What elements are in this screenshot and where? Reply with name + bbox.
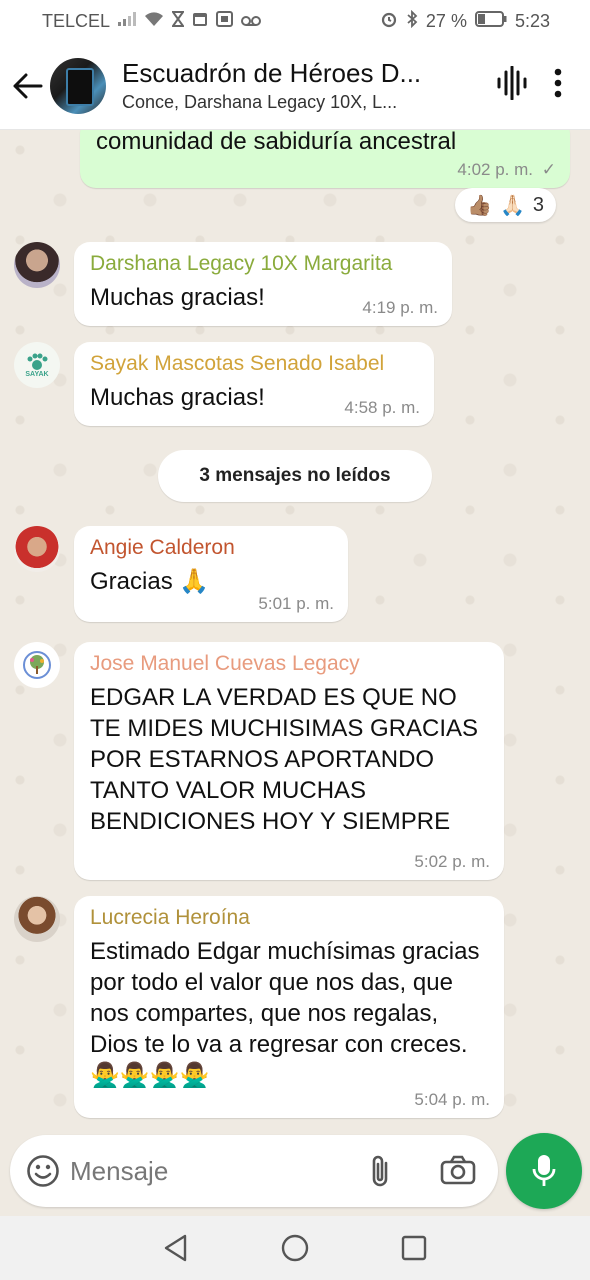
nav-recents-icon[interactable] <box>401 1235 427 1261</box>
camera-icon[interactable] <box>440 1155 476 1185</box>
calendar-31-icon <box>216 10 234 32</box>
message-input[interactable] <box>70 1155 330 1187</box>
attach-icon[interactable] <box>368 1153 392 1189</box>
battery-icon <box>474 10 507 32</box>
incoming-message[interactable]: Sayak Mascotas Senado Isabel Muchas grac… <box>74 342 434 426</box>
battery-percent: 27 % <box>425 10 467 31</box>
system-nav-bar <box>0 1216 590 1280</box>
avatar[interactable]: SAYAK <box>14 342 60 388</box>
sayak-logo-text: SAYAK <box>25 370 49 378</box>
message-text: Estimado Edgar muchísimas gracias por to… <box>90 938 480 1089</box>
nav-home-icon[interactable] <box>281 1234 309 1262</box>
sender-name[interactable]: Sayak Mascotas Senado Isabel <box>90 352 418 376</box>
reactions-pill[interactable]: 👍🏽 🙏🏻 3 <box>455 188 556 222</box>
sender-name[interactable]: Darshana Legacy 10X Margarita <box>90 252 436 276</box>
unread-divider: 3 mensajes no leídos <box>158 450 432 502</box>
avatar[interactable] <box>14 642 60 688</box>
praying-hands-reaction-icon: 🙏🏻 <box>499 194 525 217</box>
more-options-icon[interactable] <box>554 68 562 103</box>
incoming-message[interactable]: Angie Calderon Gracias 🙏 5:01 p. m. <box>74 526 348 622</box>
incoming-message[interactable]: Lucrecia Heroína Estimado Edgar muchísim… <box>74 896 504 1118</box>
sender-name[interactable]: Lucrecia Heroína <box>90 906 488 930</box>
message-text: comunidad de sabiduría ancestral <box>96 130 457 155</box>
hourglass-icon <box>171 10 185 32</box>
message-time: 5:01 p. m. <box>258 594 334 613</box>
incoming-message[interactable]: Jose Manuel Cuevas Legacy EDGAR LA VERDA… <box>74 642 504 880</box>
sender-name[interactable]: Angie Calderon <box>90 536 332 560</box>
group-members: Conce, Darshana Legacy 10X, L... <box>122 92 398 112</box>
message-composer <box>10 1135 498 1207</box>
avatar[interactable] <box>14 896 60 942</box>
emoji-icon[interactable] <box>26 1154 60 1188</box>
avatar[interactable] <box>14 242 60 288</box>
message-time: 5:02 p. m. <box>414 852 490 871</box>
alarm-icon <box>380 10 398 33</box>
avatar[interactable] <box>14 526 60 572</box>
group-info[interactable]: Escuadrón de Héroes D... Conce, Darshana… <box>122 58 496 113</box>
signal-icon <box>118 12 137 30</box>
group-avatar[interactable] <box>50 57 106 114</box>
message-time: 5:04 p. m. <box>414 1090 490 1109</box>
back-arrow-icon[interactable] <box>2 73 54 99</box>
sender-name[interactable]: Jose Manuel Cuevas Legacy <box>90 652 488 676</box>
chat-header: Escuadrón de Héroes D... Conce, Darshana… <box>0 42 590 130</box>
paw-icon <box>27 353 48 370</box>
thumbs-up-reaction-icon: 👍🏽 <box>467 194 492 217</box>
status-bar: TELCEL 27 % 5:23 <box>0 0 590 42</box>
outgoing-message[interactable]: comunidad de sabiduría ancestral 4:02 p.… <box>80 130 570 188</box>
mic-icon <box>531 1153 557 1189</box>
chat-area[interactable]: comunidad de sabiduría ancestral 4:02 p.… <box>0 130 590 1135</box>
message-time: 4:02 p. m. ✓ <box>457 160 556 180</box>
mic-button[interactable] <box>506 1133 582 1209</box>
time-label: 4:02 p. m. <box>457 160 534 179</box>
reaction-count: 3 <box>532 193 544 216</box>
clock: 5:23 <box>514 10 550 31</box>
bluetooth-icon <box>406 9 418 33</box>
calendar-icon <box>192 11 208 32</box>
carrier-label: TELCEL <box>42 10 111 31</box>
incoming-message[interactable]: Darshana Legacy 10X Margarita Muchas gra… <box>74 242 452 326</box>
audio-call-icon[interactable] <box>496 65 528 105</box>
message-text: EDGAR LA VERDAD ES QUE NO TE MIDES MUCHI… <box>90 684 479 835</box>
wifi-icon <box>144 11 164 32</box>
message-time: 4:58 p. m. <box>344 398 420 417</box>
sent-check-icon: ✓ <box>541 160 556 179</box>
nav-back-icon[interactable] <box>163 1234 189 1262</box>
voicemail-icon <box>241 11 262 32</box>
message-time: 4:19 p. m. <box>362 298 438 317</box>
message-text: Gracias 🙏 <box>90 568 210 595</box>
group-title: Escuadrón de Héroes D... <box>122 58 422 88</box>
tree-logo-icon <box>23 651 51 679</box>
